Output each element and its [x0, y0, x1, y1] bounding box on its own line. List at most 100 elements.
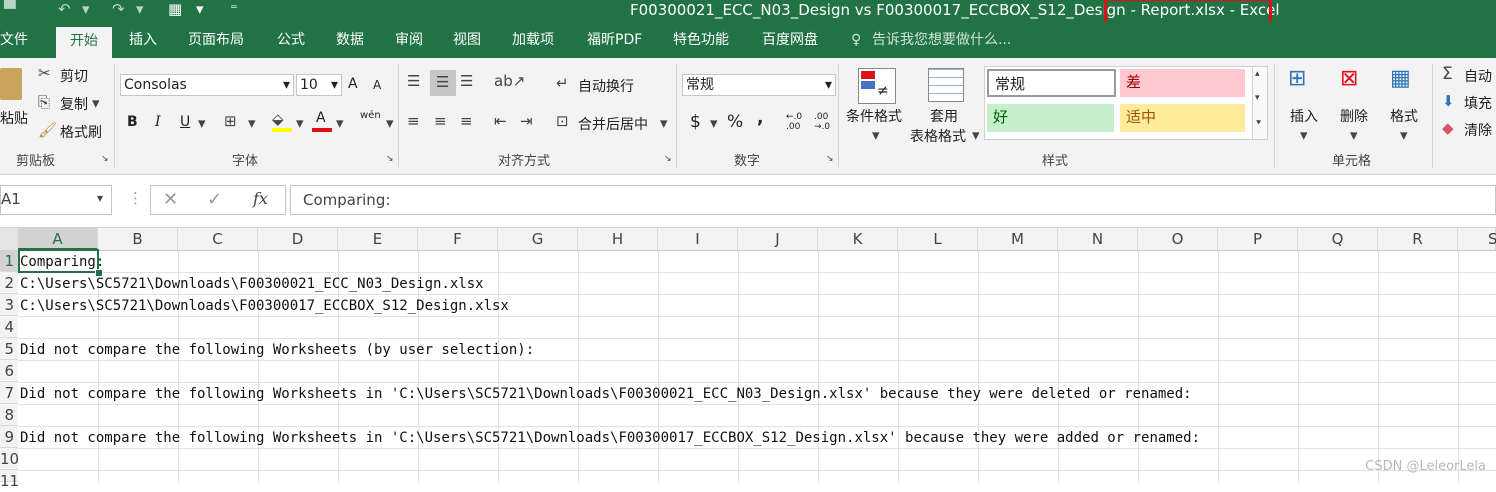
comma-button[interactable]: ,	[757, 108, 763, 128]
redo-dropdown-icon[interactable]: ▾	[136, 0, 144, 18]
format-painter-button[interactable]: 格式刷	[60, 122, 102, 142]
cell-a2[interactable]: C:\Users\SC5721\Downloads\F00300021_ECC_…	[20, 273, 484, 295]
merge-center-icon[interactable]: ⊡	[556, 112, 569, 130]
column-header[interactable]: Q	[1298, 228, 1378, 250]
column-header[interactable]: G	[498, 228, 578, 250]
format-cells-button[interactable]: 格式	[1390, 106, 1418, 126]
cancel-icon[interactable]: ✕	[163, 189, 178, 210]
chevron-down-icon[interactable]: ▾	[1300, 126, 1308, 144]
column-header[interactable]: H	[578, 228, 658, 250]
insert-function-button[interactable]: fx	[253, 189, 268, 208]
wrap-text-button[interactable]: 自动换行	[578, 76, 634, 96]
row-header[interactable]: 9	[0, 426, 18, 448]
dialog-launcher-icon[interactable]: ↘	[386, 154, 394, 164]
percent-button[interactable]: %	[727, 112, 743, 132]
undo-icon[interactable]: ↶	[58, 0, 71, 18]
dialog-launcher-icon[interactable]: ↘	[826, 154, 834, 164]
fill-handle[interactable]	[95, 269, 103, 277]
column-header[interactable]: J	[738, 228, 818, 250]
eraser-icon[interactable]: ◆	[1442, 119, 1454, 137]
copy-dropdown-icon[interactable]: ▾	[92, 94, 100, 112]
table-format-button-1[interactable]: 套用	[930, 106, 958, 126]
chevron-down-icon[interactable]: ▾	[386, 114, 394, 132]
chevron-down-icon[interactable]: ▾	[872, 126, 880, 144]
fill-icon[interactable]: ⬇	[1442, 92, 1455, 110]
underline-button[interactable]: U	[180, 114, 190, 130]
format-cells-icon[interactable]: ▦	[1390, 66, 1411, 91]
increase-indent-icon[interactable]: ⇥	[520, 112, 533, 130]
delete-cells-button[interactable]: 删除	[1340, 106, 1368, 126]
decrease-indent-icon[interactable]: ⇤	[494, 112, 507, 130]
column-header[interactable]: A	[18, 228, 98, 250]
tab-page-layout[interactable]: 页面布局	[188, 22, 244, 58]
paste-icon[interactable]	[0, 68, 22, 100]
chevron-down-icon[interactable]: ▾	[660, 114, 668, 132]
tab-file[interactable]: 文件	[0, 22, 28, 58]
column-header[interactable]: I	[658, 228, 738, 250]
cell-a5[interactable]: Did not compare the following Worksheets…	[20, 339, 534, 361]
tab-foxit-pdf[interactable]: 福昕PDF	[587, 22, 642, 58]
tab-review[interactable]: 审阅	[395, 22, 423, 58]
font-name-box[interactable]: Consolas ▾	[120, 74, 294, 96]
tab-features[interactable]: 特色功能	[673, 22, 729, 58]
column-header[interactable]: P	[1218, 228, 1298, 250]
row-header[interactable]: 1	[0, 250, 18, 272]
copy-button[interactable]: 复制	[60, 94, 88, 114]
column-header[interactable]: E	[338, 228, 418, 250]
confirm-icon[interactable]: ✓	[207, 189, 222, 210]
chevron-down-icon[interactable]: ▾	[198, 114, 206, 132]
shrink-font-button[interactable]: A	[373, 78, 381, 92]
row-header[interactable]: 11	[0, 470, 19, 490]
column-header[interactable]: D	[258, 228, 338, 250]
tab-insert[interactable]: 插入	[129, 22, 157, 58]
delete-cells-icon[interactable]: ⊠	[1340, 66, 1358, 91]
column-header[interactable]: L	[898, 228, 978, 250]
tell-me-box[interactable]: 告诉我您想要做什么...	[872, 22, 1011, 58]
tab-addins[interactable]: 加载项	[512, 22, 554, 58]
dialog-launcher-icon[interactable]: ↘	[664, 154, 672, 164]
clear-button[interactable]: 清除	[1464, 120, 1492, 140]
chevron-down-icon[interactable]: ▾	[710, 114, 718, 132]
font-color-icon[interactable]: A	[312, 110, 332, 132]
chevron-down-icon[interactable]: ▾	[1400, 126, 1408, 144]
styles-scrollbar[interactable]: ▴ ▾ ⯆	[1252, 66, 1268, 140]
style-normal[interactable]: 常规	[987, 69, 1116, 97]
border-icon[interactable]: ⊞	[224, 112, 237, 130]
wrap-text-icon[interactable]: ↵	[556, 74, 569, 92]
align-left-icon[interactable]: ≡	[407, 112, 420, 130]
tab-baidu-netdisk[interactable]: 百度网盘	[762, 22, 818, 58]
column-header[interactable]: K	[818, 228, 898, 250]
align-right-icon[interactable]: ≡	[460, 112, 473, 130]
dialog-launcher-icon[interactable]: ↘	[101, 154, 109, 164]
column-header[interactable]: O	[1138, 228, 1218, 250]
row-header[interactable]: 6	[0, 360, 18, 382]
fill-button[interactable]: 填充	[1464, 93, 1492, 113]
row-header[interactable]: 7	[0, 382, 18, 404]
phonetic-button[interactable]: wén	[360, 110, 381, 121]
insert-cells-button[interactable]: 插入	[1290, 106, 1318, 126]
name-box[interactable]: A1 ▾	[0, 185, 112, 215]
row-header[interactable]: 5	[0, 338, 18, 360]
customize-qat-icon[interactable]: ⁼	[230, 0, 238, 18]
autosum-button[interactable]: 自动	[1464, 66, 1492, 86]
column-header[interactable]: B	[98, 228, 178, 250]
chevron-down-icon[interactable]: ▾	[296, 114, 304, 132]
bold-button[interactable]: B	[127, 114, 138, 130]
cell-a9[interactable]: Did not compare the following Worksheets…	[20, 427, 1200, 449]
autosum-icon[interactable]: Σ	[1442, 64, 1453, 84]
scissors-icon[interactable]: ✂	[38, 64, 51, 82]
style-good[interactable]: 好	[987, 104, 1114, 132]
style-bad[interactable]: 差	[1120, 69, 1245, 97]
align-center-icon[interactable]: ≡	[434, 112, 447, 130]
tab-data[interactable]: 数据	[336, 22, 364, 58]
column-header[interactable]: C	[178, 228, 258, 250]
conditional-format-button[interactable]: 条件格式	[846, 106, 902, 126]
grow-font-button[interactable]: A	[348, 76, 358, 92]
increase-decimal-button[interactable]: ←.0 .00	[786, 112, 806, 132]
number-format-box[interactable]: 常规 ▾	[682, 74, 836, 96]
formula-input[interactable]: Comparing:	[290, 185, 1496, 215]
row-header[interactable]: 8	[0, 404, 18, 426]
orientation-icon[interactable]: ab↗	[494, 72, 525, 90]
conditional-format-icon[interactable]: ≠	[858, 68, 896, 104]
paste-button[interactable]: 粘贴	[0, 108, 28, 128]
